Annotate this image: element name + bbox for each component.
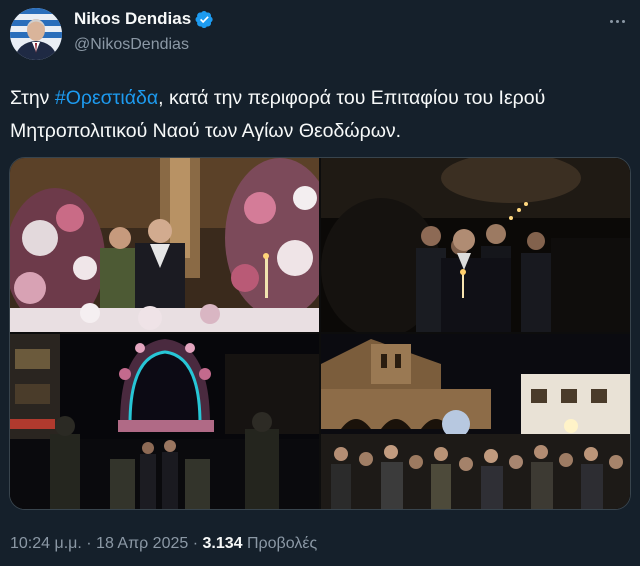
verified-badge-icon — [195, 10, 214, 29]
photo-crowd-church[interactable] — [321, 334, 630, 509]
hashtag-link[interactable]: #Ορεστιάδα — [55, 87, 158, 109]
avatar[interactable] — [10, 8, 62, 60]
tweet-metadata: 10:24 μ.μ. · 18 Απρ 2025 · 3.134 Προβολέ… — [10, 535, 317, 553]
author-name-text: Nikos Dendias — [74, 9, 192, 28]
views-label: Προβολές — [247, 535, 318, 552]
separator: · — [192, 535, 199, 552]
tweet-time[interactable]: 10:24 μ.μ. — [10, 535, 82, 552]
profile-photo-icon — [10, 8, 62, 60]
tweet-date[interactable]: 18 Απρ 2025 — [96, 535, 188, 552]
media-grid — [9, 157, 631, 510]
author-handle[interactable]: @NikosDendias — [74, 36, 189, 54]
more-options-icon[interactable] — [606, 10, 628, 32]
tweet-text-before: Στην — [10, 87, 55, 109]
tweet-text: Στην #Ορεστιάδα, κατά την περιφορά του Ε… — [10, 82, 620, 148]
photo-candlelit-crowd[interactable] — [321, 158, 630, 332]
tweet: Nikos Dendias @NikosDendias Στην #Ορεστι… — [0, 0, 640, 566]
photo-illuminated-epitaph[interactable] — [10, 334, 319, 509]
separator: · — [86, 535, 92, 552]
photo-procession-epitaph[interactable] — [10, 158, 319, 332]
views-count: 3.134 — [202, 535, 243, 552]
author-name[interactable]: Nikos Dendias — [74, 9, 214, 29]
